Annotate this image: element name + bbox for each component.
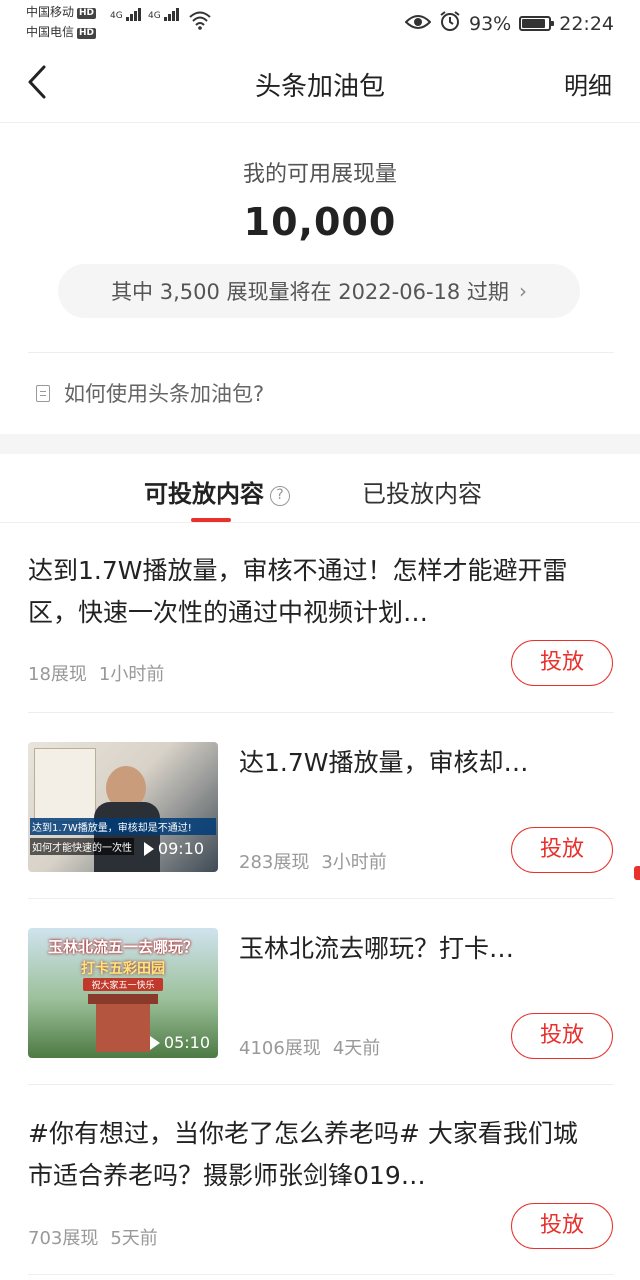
post-time: 3小时前 [321, 852, 387, 873]
page-title: 头条加油包 [254, 72, 385, 102]
available-value: 10,000 [243, 200, 397, 244]
alarm-icon [439, 10, 461, 37]
item-title[interactable]: 达1.7W播放量，审核却… [239, 742, 579, 784]
list-item[interactable]: 达到1.7W播放量，审核不通过！怎样才能避开雷区，快速一次性的通过中视频计划… [28, 550, 588, 634]
signal-icon: 4G [110, 8, 142, 21]
deliver-button[interactable]: 投放 [511, 827, 613, 873]
post-time: 1小时前 [98, 664, 165, 685]
pavilion-roof [88, 994, 158, 1004]
item-title: #你有想过，当你老了怎么养老吗# 大家看我们城市适合养老吗？摄影师张剑锋019… [28, 1119, 578, 1190]
carrier-1: 中国移动 HD [26, 5, 97, 19]
expiry-text: 其中 3,500 展现量将在 2022-06-18 过期 [111, 280, 509, 304]
deliver-button[interactable]: 投放 [511, 1013, 613, 1059]
item-meta: 18展现 1小时前 [28, 660, 164, 686]
status-right: 93% 22:24 [404, 10, 614, 37]
available-label: 我的可用展现量 [242, 162, 397, 187]
help-link-label: 如何使用头条加油包? [64, 382, 265, 406]
divider [28, 1274, 614, 1275]
section-gap [0, 434, 640, 454]
nav-bar: 头条加油包 明细 [0, 44, 640, 123]
item-title[interactable]: 玉林北流去哪玩？打卡… [239, 928, 579, 970]
detail-link[interactable]: 明细 [564, 66, 612, 101]
eye-icon [404, 13, 432, 35]
impressions: 703展现 [28, 1228, 99, 1249]
tab-bar: 可投放内容? 已投放内容 [0, 454, 640, 523]
item-title: 达到1.7W播放量，审核不通过！怎样才能避开雷区，快速一次性的通过中视频计划… [28, 556, 568, 627]
help-link[interactable]: 如何使用头条加油包? [36, 378, 264, 408]
video-duration: 09:10 [143, 839, 204, 858]
item-meta: 4106展现 4天前 [239, 1034, 380, 1060]
play-icon [149, 1035, 160, 1050]
thumb-caption: 达到1.7W播放量，审核却是不通过! [30, 818, 216, 835]
impressions: 18展现 [28, 664, 87, 685]
signal-icon-2: 4G [148, 8, 180, 21]
clock: 22:24 [559, 12, 614, 35]
impressions: 4106展现 [239, 1038, 321, 1059]
pavilion-body [96, 1004, 150, 1052]
video-duration: 05:10 [149, 1033, 210, 1052]
status-bar: 中国移动 HD 中国电信 HD 4G 4G 93% 22:24 [0, 0, 640, 44]
deliver-button[interactable]: 投放 [511, 640, 613, 686]
play-icon [143, 841, 154, 856]
divider [28, 1084, 614, 1085]
post-time: 4天前 [332, 1038, 381, 1059]
expiry-notice[interactable]: 其中 3,500 展现量将在 2022-06-18 过期 › [58, 264, 580, 318]
help-circle-icon[interactable]: ? [270, 486, 290, 506]
battery-percent: 93% [469, 12, 512, 35]
tab-delivered-label: 已投放内容 [362, 480, 482, 508]
tab-available-label: 可投放内容 [144, 480, 264, 508]
impressions: 283展现 [239, 852, 310, 873]
item-meta: 703展现 5天前 [28, 1224, 158, 1250]
thumb-caption: 玉林北流五一去哪玩？ [47, 938, 198, 956]
post-time: 5天前 [110, 1228, 158, 1249]
divider [28, 712, 614, 713]
whiteboard [34, 748, 96, 822]
video-thumbnail[interactable]: 达到1.7W播放量，审核却是不通过! 如何才能快速的一次性 09:10 [28, 742, 218, 872]
battery-icon [519, 16, 555, 31]
thumb-caption: 祝大家五一快乐 [83, 978, 163, 991]
edge-indicator [634, 866, 640, 880]
list-item[interactable]: #你有想过，当你老了怎么养老吗# 大家看我们城市适合养老吗？摄影师张剑锋019… [28, 1113, 588, 1197]
active-tab-indicator [191, 518, 231, 522]
tab-available[interactable]: 可投放内容? [144, 474, 290, 509]
deliver-button[interactable]: 投放 [511, 1203, 613, 1249]
document-icon [36, 384, 50, 402]
divider [28, 898, 614, 899]
person-body [94, 802, 160, 872]
carrier-2: 中国电信 HD [26, 25, 97, 39]
wifi-icon [188, 10, 212, 34]
thumb-caption: 打卡五彩田园 [81, 961, 165, 977]
video-thumbnail[interactable]: 玉林北流五一去哪玩？ 打卡五彩田园 祝大家五一快乐 05:10 [28, 928, 218, 1058]
thumb-caption: 如何才能快速的一次性 [30, 838, 134, 855]
item-meta: 283展现 3小时前 [239, 848, 387, 874]
tab-delivered[interactable]: 已投放内容 [362, 474, 482, 509]
chevron-right-icon: › [518, 279, 527, 303]
divider [28, 352, 614, 353]
